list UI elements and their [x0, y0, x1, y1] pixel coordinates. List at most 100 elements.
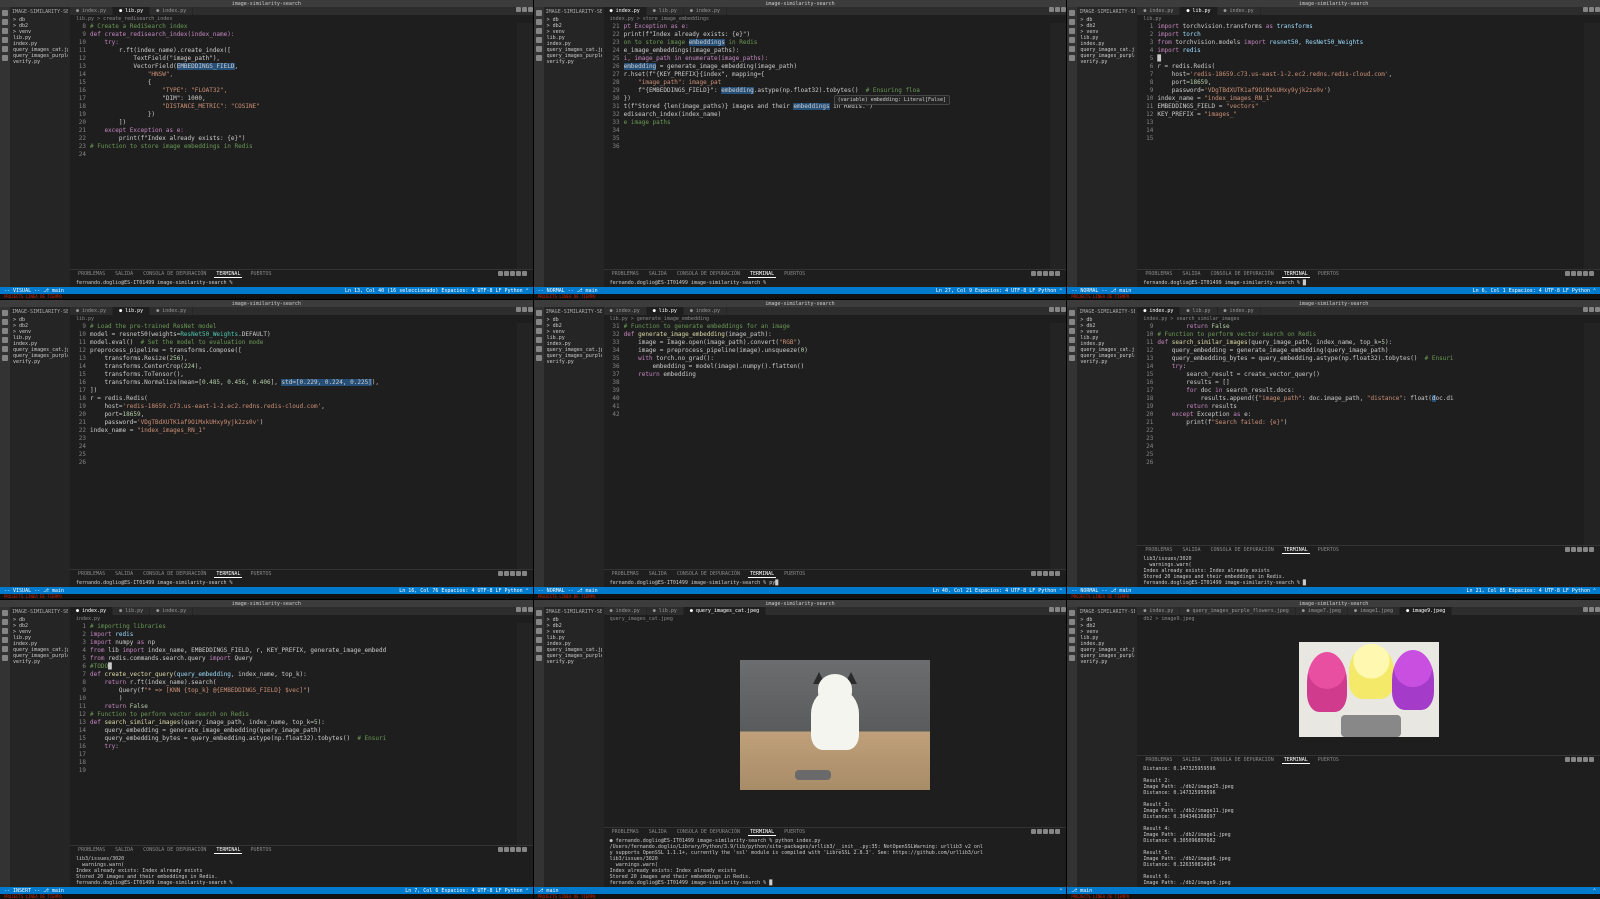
editor-tab[interactable]: ● index.py — [1137, 7, 1180, 15]
tab-action-icon[interactable] — [1589, 7, 1594, 12]
editor-tab[interactable]: ● lib.py — [647, 607, 684, 615]
panel-tab[interactable]: TERMINAL — [1282, 757, 1310, 764]
panel-tab[interactable]: CONSOLA DE DEPURACIÓN — [675, 271, 742, 278]
status-right[interactable]: ⌃ — [1593, 888, 1596, 894]
panel-tab[interactable]: SALIDA — [113, 271, 135, 278]
tab-action-icon[interactable] — [528, 7, 533, 12]
activity-icon[interactable] — [536, 646, 542, 652]
activity-icon[interactable] — [1069, 319, 1075, 325]
activity-icon[interactable] — [1069, 655, 1075, 661]
breadcrumb[interactable]: lib.py > create_redisearch_index — [70, 15, 533, 23]
status-left[interactable]: -- NORMAL -- ⎇ main — [538, 588, 598, 594]
panel-action-icon[interactable] — [1049, 829, 1054, 834]
activity-icon[interactable] — [2, 346, 8, 352]
editor-tab[interactable]: ● lib.py — [113, 307, 150, 315]
panel-action-icon[interactable] — [1577, 271, 1582, 276]
activity-icon[interactable] — [1069, 55, 1075, 61]
editor-tab[interactable]: ● lib.py — [113, 607, 150, 615]
tab-action-icon[interactable] — [1589, 307, 1594, 312]
panel-tab[interactable]: PUERTOS — [1316, 271, 1341, 278]
panel-action-icon[interactable] — [1043, 571, 1048, 576]
panel-action-icon[interactable] — [1031, 829, 1036, 834]
panel-tab[interactable]: CONSOLA DE DEPURACIÓN — [141, 271, 208, 278]
status-left[interactable]: ⎇ main — [538, 888, 559, 894]
status-left[interactable]: -- INSERT -- ⎇ main — [4, 888, 64, 894]
panel-tab[interactable]: PROBLEMAS — [1143, 757, 1174, 764]
panel-tab[interactable]: CONSOLA DE DEPURACIÓN — [141, 571, 208, 578]
panel-tab[interactable]: CONSOLA DE DEPURACIÓN — [675, 571, 742, 578]
breadcrumb[interactable]: query_images_cat.jpeg — [604, 615, 1067, 623]
activity-icon[interactable] — [536, 37, 542, 43]
status-left[interactable]: -- VISUAL -- ⎇ main — [4, 588, 64, 594]
panel-tab[interactable]: PROBLEMAS — [1143, 271, 1174, 278]
panel-action-icon[interactable] — [522, 571, 527, 576]
activity-icon[interactable] — [2, 655, 8, 661]
tab-action-icon[interactable] — [1589, 607, 1594, 612]
panel-action-icon[interactable] — [1043, 829, 1048, 834]
tab-action-icon[interactable] — [1595, 7, 1600, 12]
editor-tab[interactable]: ● index.py — [684, 307, 727, 315]
activity-icon[interactable] — [2, 28, 8, 34]
panel-action-icon[interactable] — [1583, 547, 1588, 552]
activity-icon[interactable] — [1069, 355, 1075, 361]
code-content[interactable]: # importing librariesimport redisimport … — [90, 623, 517, 845]
status-left[interactable]: -- VISUAL -- ⎇ main — [4, 288, 64, 294]
editor-tab[interactable]: ● index.py — [150, 307, 193, 315]
panel-action-icon[interactable] — [498, 571, 503, 576]
activity-icon[interactable] — [536, 628, 542, 634]
activity-icon[interactable] — [1069, 610, 1075, 616]
editor-tab[interactable]: ● image9.jpeg — [1400, 607, 1452, 615]
sidebar-item[interactable]: verify.py — [546, 659, 602, 665]
tab-action-icon[interactable] — [1055, 607, 1060, 612]
activity-icon[interactable] — [1069, 46, 1075, 52]
activity-icon[interactable] — [1069, 619, 1075, 625]
status-right[interactable]: Ln 27, Col 9 Espacios: 4 UTF-8 LF Python… — [936, 288, 1062, 294]
editor-tab[interactable]: ● index.py — [70, 607, 113, 615]
tab-action-icon[interactable] — [1061, 307, 1066, 312]
breadcrumb[interactable]: lib.py — [70, 315, 533, 323]
editor-tab[interactable]: ● query_images_cat.jpeg — [684, 607, 766, 615]
panel-tab[interactable]: SALIDA — [113, 847, 135, 854]
panel-tab[interactable]: PUERTOS — [248, 847, 273, 854]
panel-action-icon[interactable] — [522, 271, 527, 276]
breadcrumb[interactable]: index.py — [70, 615, 533, 623]
tab-action-icon[interactable] — [522, 607, 527, 612]
panel-action-icon[interactable] — [516, 571, 521, 576]
activity-icon[interactable] — [536, 319, 542, 325]
minimap[interactable] — [1050, 23, 1066, 269]
panel-tab[interactable]: SALIDA — [1180, 547, 1202, 554]
panel-action-icon[interactable] — [504, 571, 509, 576]
activity-icon[interactable] — [2, 646, 8, 652]
activity-icon[interactable] — [1069, 10, 1075, 16]
tab-action-icon[interactable] — [528, 307, 533, 312]
panel-action-icon[interactable] — [1049, 271, 1054, 276]
sidebar-item[interactable]: verify.py — [1079, 59, 1135, 65]
editor-tab[interactable]: ● index.py — [604, 307, 647, 315]
editor-tab[interactable]: ● image1.jpeg — [1348, 607, 1400, 615]
breadcrumb[interactable]: index.py > search_similar_images — [1137, 315, 1600, 323]
activity-icon[interactable] — [2, 328, 8, 334]
activity-icon[interactable] — [1069, 346, 1075, 352]
tab-action-icon[interactable] — [1595, 607, 1600, 612]
code-content[interactable]: pt Exception as e:print(f"Index already … — [624, 23, 1051, 269]
panel-tab[interactable]: TERMINAL — [214, 847, 242, 854]
activity-icon[interactable] — [1069, 637, 1075, 643]
panel-action-icon[interactable] — [1037, 571, 1042, 576]
code-content[interactable]: return False# Function to perform vector… — [1157, 323, 1584, 545]
editor-tab[interactable]: ● lib.py — [647, 307, 684, 315]
panel-tab[interactable]: SALIDA — [113, 571, 135, 578]
activity-icon[interactable] — [536, 346, 542, 352]
sidebar-item[interactable]: verify.py — [1079, 659, 1135, 665]
panel-tab[interactable]: TERMINAL — [1282, 547, 1310, 554]
code-content[interactable]: # Create a RediSearch indexdef create_re… — [90, 23, 517, 269]
status-right[interactable]: Ln 16, Col 76 Espacios: 4 UTF-8 LF Pytho… — [399, 588, 528, 594]
panel-tab[interactable]: PUERTOS — [248, 571, 273, 578]
sidebar-item[interactable]: verify.py — [12, 59, 68, 65]
panel-action-icon[interactable] — [1049, 571, 1054, 576]
tab-action-icon[interactable] — [1055, 307, 1060, 312]
panel-action-icon[interactable] — [510, 847, 515, 852]
sidebar-item[interactable]: verify.py — [12, 359, 68, 365]
panel-tab[interactable]: CONSOLA DE DEPURACIÓN — [1208, 547, 1275, 554]
editor-tab[interactable]: ● lib.py — [1180, 7, 1217, 15]
editor-tab[interactable]: ● image7.jpeg — [1296, 607, 1348, 615]
